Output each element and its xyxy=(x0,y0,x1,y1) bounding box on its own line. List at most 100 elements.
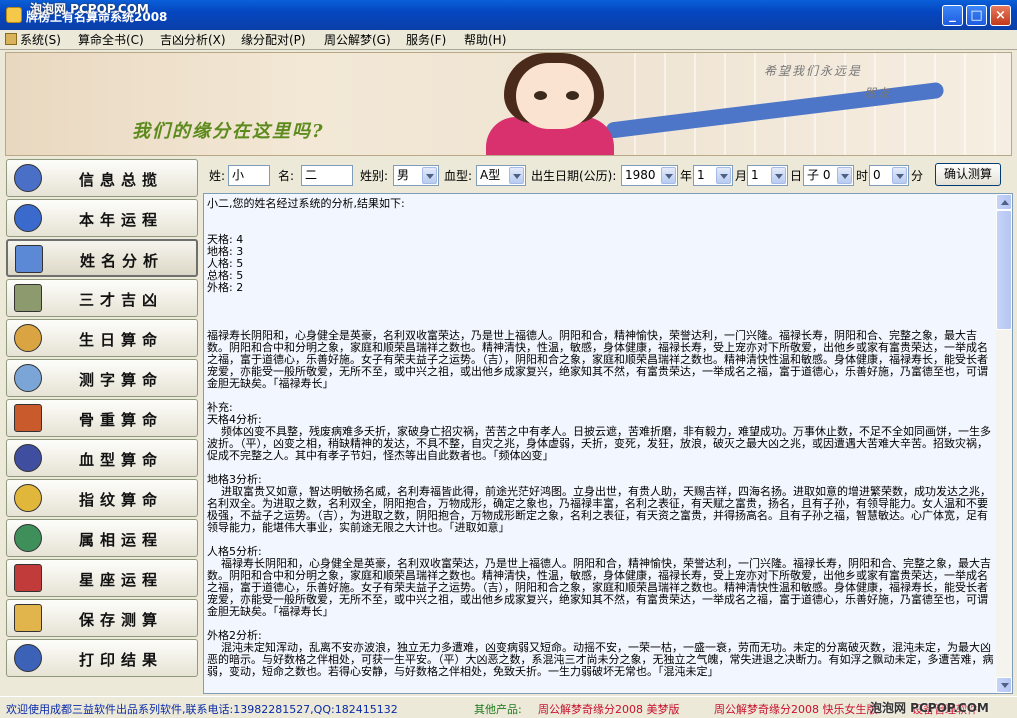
sidebar-item-zodiac-animal[interactable]: 属相运程 xyxy=(6,519,198,557)
status-other-products-label: 其他产品: xyxy=(474,703,522,716)
sidebar-item-three-talents[interactable]: 三才吉凶 xyxy=(6,279,198,317)
title-bar[interactable]: 牌榜上有名算命系统2008 泡泡网 PCPOP.COM _ □ × xyxy=(0,0,1017,30)
close-button[interactable]: × xyxy=(990,5,1011,26)
tree-icon xyxy=(14,524,42,552)
chevron-down-icon xyxy=(509,167,524,184)
menu-service[interactable]: 服务(F) xyxy=(406,32,446,48)
sidebar-item-yearly-fortune[interactable]: 本年运程 xyxy=(6,199,198,237)
result-line: 地格: 3 xyxy=(207,245,244,258)
result-line: 频体凶变不具整，残废病难多夭折，家破身亡招灾祸，苦苦之中有孝人。日披云遮，苦难折… xyxy=(207,425,991,462)
vertical-scrollbar[interactable] xyxy=(996,194,1012,693)
scroll-thumb[interactable] xyxy=(996,210,1012,330)
birth-day-value: 1 xyxy=(751,168,759,182)
menu-dream-interpretation[interactable]: 周公解梦(G) xyxy=(324,32,391,48)
month-label: 月 xyxy=(735,169,748,183)
eye-icon xyxy=(14,204,42,232)
grid-icon xyxy=(14,404,42,432)
sidebar-item-label: 属相运程 xyxy=(78,531,163,549)
status-welcome: 欢迎使用成都三益软件出品系列软件,联系电话:13982281527,QQ:182… xyxy=(6,703,398,716)
watermark-bottom: 泡泡网 PCPOP.COM xyxy=(870,701,989,715)
box-icon xyxy=(14,284,42,312)
birth-hour-select[interactable]: 子 0 xyxy=(803,165,854,186)
birth-minute-select[interactable]: 0 xyxy=(869,165,909,186)
blood-type-label: 血型: xyxy=(444,169,473,183)
gender-select[interactable]: 男 xyxy=(393,165,439,186)
result-line: 进取富贵又如意，智达明敏扬名威，名利寿福皆此得，前途光茫好鸿图。立身出世，有贵人… xyxy=(207,485,991,534)
surname-input[interactable]: 小 xyxy=(228,165,270,186)
year-label: 年 xyxy=(680,169,693,183)
sidebar-item-label: 信息总揽 xyxy=(78,171,163,189)
result-line xyxy=(207,306,994,318)
menu-system[interactable]: 系统(S) xyxy=(20,32,61,48)
sidebar-item-character-fortune[interactable]: 测字算命 xyxy=(6,359,198,397)
sidebar-item-bone-weight[interactable]: 骨重算命 xyxy=(6,399,198,437)
birth-month-select[interactable]: 1 xyxy=(693,165,733,186)
menu-match-pairing[interactable]: 缘分配对(P) xyxy=(241,32,306,48)
scroll-up-arrow-icon[interactable] xyxy=(996,194,1012,210)
sidebar-item-print-result[interactable]: 打印结果 xyxy=(6,639,198,677)
sidebar-item-label: 骨重算命 xyxy=(78,411,163,429)
app-window: 牌榜上有名算命系统2008 泡泡网 PCPOP.COM _ □ × 系统(S) … xyxy=(0,0,1017,718)
sidebar-item-label: 三才吉凶 xyxy=(78,291,163,309)
result-line xyxy=(207,294,994,306)
result-line xyxy=(207,222,994,234)
birth-minute-value: 0 xyxy=(873,168,881,182)
minimize-button[interactable]: _ xyxy=(942,5,963,26)
status-bar: 欢迎使用成都三益软件出品系列软件,联系电话:13982281527,QQ:182… xyxy=(0,696,1017,718)
sidebar-nav: 信息总揽 本年运程 姓名分析 三才吉凶 生日算命 测字算命 骨重算命 血型算命 xyxy=(6,159,200,694)
result-line: 人格: 5 xyxy=(207,257,244,270)
chart-icon xyxy=(14,564,42,592)
menu-icon xyxy=(5,33,17,45)
sidebar-item-save-result[interactable]: 保存测算 xyxy=(6,599,198,637)
status-product-link-1[interactable]: 周公解梦奇缘分2008 美梦版 xyxy=(538,701,680,717)
sidebar-item-label: 保存测算 xyxy=(78,611,163,629)
blood-type-value: A型 xyxy=(480,168,501,182)
confirm-calculate-button[interactable]: 确认测算 xyxy=(935,163,1001,186)
sidebar-item-fingerprint[interactable]: 指纹算命 xyxy=(6,479,198,517)
status-product-link-2[interactable]: 周公解梦奇缘分2008 快乐女生版 xyxy=(714,701,878,717)
result-line: 混沌未定知浑动，乱离不安亦波浪，独立无力多遭难，凶变病弱又短命。动摇不安，一荣一… xyxy=(207,641,994,678)
gear-icon xyxy=(14,444,42,472)
star-icon xyxy=(14,484,42,512)
gender-value: 男 xyxy=(397,168,410,182)
banner-quote-line2: 朋友 xyxy=(864,86,893,100)
pen-icon xyxy=(14,364,42,392)
result-line: 补充: xyxy=(207,401,233,414)
sidebar-item-name-analysis[interactable]: 姓名分析 xyxy=(6,239,198,277)
star-burst-icon xyxy=(14,324,42,352)
chevron-down-icon xyxy=(716,167,731,184)
birth-year-select[interactable]: 1980 xyxy=(621,165,678,186)
chevron-down-icon xyxy=(422,167,437,184)
result-line xyxy=(207,618,994,630)
banner-figure-face xyxy=(516,63,594,129)
chevron-down-icon xyxy=(892,167,907,184)
scroll-down-arrow-icon[interactable] xyxy=(996,677,1012,693)
menu-luck-analysis[interactable]: 吉凶分析(X) xyxy=(160,32,226,48)
birth-date-label: 出生日期(公历): xyxy=(531,169,617,183)
sidebar-item-blood-type[interactable]: 血型算命 xyxy=(6,439,198,477)
sidebar-item-info-overview[interactable]: 信息总揽 xyxy=(6,159,198,197)
menu-help[interactable]: 帮助(H) xyxy=(464,32,506,48)
name-input[interactable]: 二 xyxy=(301,165,353,186)
result-line: 外格: 2 xyxy=(207,281,244,294)
chevron-down-icon xyxy=(661,167,676,184)
sidebar-item-label: 姓名分析 xyxy=(79,252,164,270)
menu-fortune-book[interactable]: 算命全书(C) xyxy=(78,32,144,48)
maximize-button[interactable]: □ xyxy=(966,5,987,26)
result-textarea[interactable]: 小二,您的姓名经过系统的分析,结果如下: 天格: 4 地格: 3 人格: 5 总格: … xyxy=(203,193,1013,694)
sidebar-item-label: 生日算命 xyxy=(78,331,163,349)
sidebar-item-birthday-fortune[interactable]: 生日算命 xyxy=(6,319,198,357)
watermark-top: 泡泡网 PCPOP.COM xyxy=(30,2,149,16)
document-icon xyxy=(15,245,43,273)
surname-label: 姓: xyxy=(209,169,226,183)
result-line xyxy=(207,390,994,402)
sidebar-item-constellation[interactable]: 星座运程 xyxy=(6,559,198,597)
birth-day-select[interactable]: 1 xyxy=(747,165,788,186)
app-icon[interactable] xyxy=(6,7,22,23)
sidebar-item-label: 星座运程 xyxy=(78,571,163,589)
gender-label: 姓别: xyxy=(360,169,389,183)
result-line: 天格: 4 xyxy=(207,233,244,246)
result-line xyxy=(207,462,994,474)
name-label: 名: xyxy=(278,169,295,183)
blood-type-select[interactable]: A型 xyxy=(476,165,526,186)
